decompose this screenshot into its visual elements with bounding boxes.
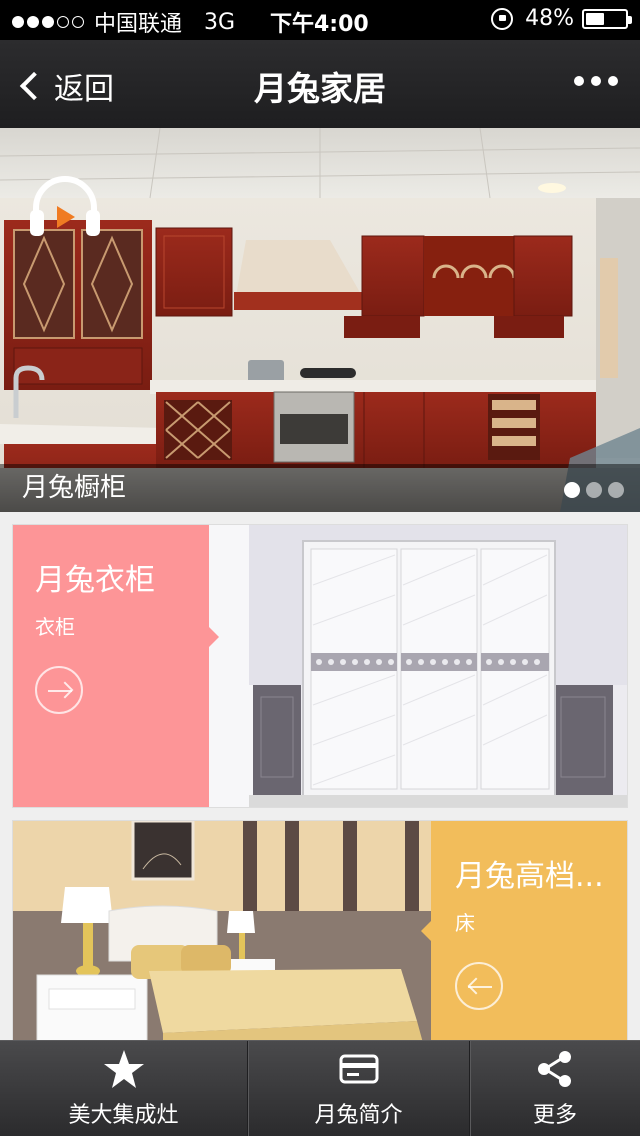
card-title: 月兔衣柜 [35, 563, 155, 598]
tab-about[interactable]: 月兔简介 [248, 1041, 470, 1136]
wardrobe-panel: 月兔衣柜 衣柜 [13, 525, 219, 807]
bed-panel: 月兔高档... 床 [421, 821, 627, 1041]
card-subtitle: 床 [455, 911, 475, 935]
pager-dot[interactable] [608, 482, 624, 498]
rotation-lock-icon [491, 7, 514, 30]
back-label: 返回 [54, 72, 114, 107]
nav-bar: 返回 月兔家居 [0, 40, 640, 128]
status-bar: 中国联通 3G 下午4:00 48% [0, 0, 640, 40]
bed-card[interactable]: 月兔高档... 床 [12, 820, 628, 1042]
chevron-left-icon [19, 71, 49, 101]
pager-dot[interactable] [586, 482, 602, 498]
hero-carousel[interactable]: 月兔橱柜 [0, 128, 640, 512]
battery-icon [582, 8, 632, 29]
hero-caption: 月兔橱柜 [0, 464, 640, 512]
share-icon [538, 1050, 571, 1087]
tab-label: 月兔简介 [314, 1102, 403, 1128]
star-icon [103, 1049, 144, 1088]
card-subtitle: 衣柜 [35, 615, 75, 639]
status-time: 下午4:00 [270, 12, 369, 37]
network-type: 3G [204, 9, 236, 35]
tab-label: 美大集成灶 [68, 1102, 179, 1128]
back-button[interactable]: 返回 [18, 64, 114, 108]
card-title: 月兔高档... [455, 859, 604, 894]
battery-level-fill [586, 12, 604, 25]
tab-meida-stove[interactable]: 美大集成灶 [0, 1041, 248, 1136]
signal-strength-icon [12, 16, 84, 28]
card-icon [339, 1054, 378, 1083]
tab-more[interactable]: 更多 [470, 1041, 640, 1136]
carousel-pager [564, 482, 624, 498]
arrow-right-icon[interactable] [35, 666, 83, 714]
headphones-audio-icon[interactable] [28, 176, 102, 238]
pager-dot[interactable] [564, 482, 580, 498]
wardrobe-card[interactable]: 月兔衣柜 衣柜 [12, 524, 628, 808]
tab-label: 更多 [532, 1102, 577, 1128]
battery-percent: 48% [525, 6, 574, 31]
more-options-button[interactable] [574, 76, 618, 86]
arrow-left-icon[interactable] [455, 962, 503, 1010]
more-dot-icon [574, 76, 584, 86]
app-screen: 中国联通 3G 下午4:00 48% 返回 月兔家居 月兔橱柜 月兔衣柜 衣柜 … [0, 0, 640, 1136]
carrier-name: 中国联通 [94, 12, 183, 37]
bottom-tab-bar: 美大集成灶 月兔简介 更多 [0, 1040, 640, 1136]
